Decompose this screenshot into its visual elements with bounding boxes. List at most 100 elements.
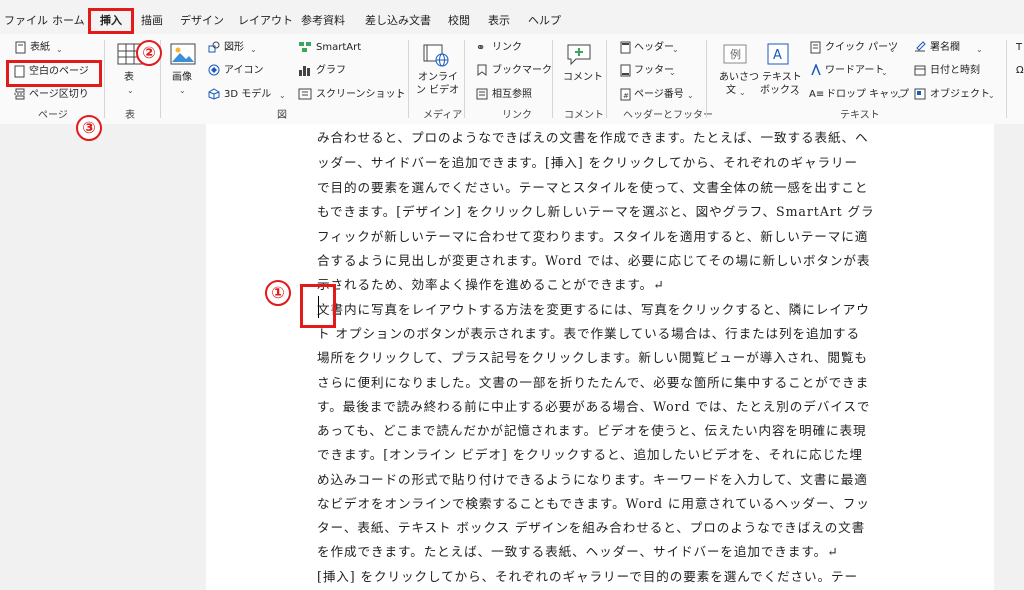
tab-mailings[interactable]: 差し込み文書 bbox=[365, 12, 431, 28]
bookmark-icon bbox=[477, 64, 487, 76]
online-video-button-line2[interactable]: ン ビデオ bbox=[416, 84, 459, 97]
3d-model-button[interactable]: 3D モデル bbox=[224, 88, 271, 101]
tab-references[interactable]: 参考資料 bbox=[301, 12, 345, 28]
body-text-line: フィックが新しいテーマに合わせて変わります。スタイルを適用すると、新しいテーマに… bbox=[317, 229, 869, 244]
drop-cap-icon: A≡ bbox=[809, 89, 825, 100]
chevron-down-icon[interactable]: ⌄ bbox=[127, 84, 134, 97]
quick-parts-button[interactable]: クイック パーツ bbox=[825, 41, 898, 54]
chevron-down-icon[interactable]: ⌄ bbox=[881, 66, 888, 79]
page-break-icon bbox=[14, 88, 26, 100]
wordart-icon bbox=[811, 64, 821, 76]
callout-number-2: ② bbox=[136, 40, 162, 66]
page-break-button[interactable]: ページ区切り bbox=[29, 88, 89, 101]
body-text-line: [挿入] をクリックしてから、それぞれのギャラリーで目的の要素を選んでください。… bbox=[317, 569, 859, 584]
chevron-down-icon[interactable]: ⌄ bbox=[669, 66, 676, 79]
chevron-down-icon[interactable]: ⌄ bbox=[988, 89, 995, 102]
body-text-line: できます。[オンライン ビデオ] をクリックすると、追加したいビデオを、それに応… bbox=[317, 447, 863, 462]
chevron-down-icon[interactable]: ⌄ bbox=[793, 86, 800, 99]
chevron-down-icon[interactable]: ⌄ bbox=[976, 43, 983, 56]
table-button[interactable]: 表 bbox=[124, 71, 134, 84]
chevron-down-icon[interactable]: ⌄ bbox=[56, 43, 63, 56]
group-separator bbox=[706, 40, 707, 118]
svg-text:例: 例 bbox=[730, 47, 741, 61]
tab-help[interactable]: ヘルプ bbox=[528, 12, 561, 28]
footer-button[interactable]: フッター bbox=[634, 64, 674, 77]
icons-button[interactable]: アイコン bbox=[224, 64, 264, 77]
chevron-down-icon[interactable]: ⌄ bbox=[896, 89, 903, 102]
body-text-line: 文書内に写真をレイアウトする方法を変更するには、写真をクリックすると、隣にレイア… bbox=[317, 302, 870, 317]
comment-icon bbox=[567, 44, 591, 66]
chevron-down-icon[interactable]: ⌄ bbox=[672, 43, 679, 56]
chevron-down-icon[interactable]: ⌄ bbox=[739, 86, 746, 99]
body-text-line: で目的の要素を選んでください。テーマとスタイルを使って、文書全体の統一感を出すこ… bbox=[317, 180, 869, 195]
comment-button[interactable]: コメント bbox=[563, 71, 603, 84]
body-text-line: を作成できます。たとえば、一致する表紙、ヘッダー、サイドバーを追加できます。↵ bbox=[317, 544, 839, 559]
screenshot-icon bbox=[298, 88, 312, 100]
3d-model-icon bbox=[208, 88, 220, 100]
text-box-icon: A bbox=[767, 43, 789, 65]
greeting-button[interactable]: あいさつ bbox=[719, 71, 759, 84]
shapes-icon bbox=[208, 41, 220, 53]
group-separator bbox=[1006, 40, 1007, 118]
group-label-pages: ページ bbox=[38, 110, 68, 121]
chevron-down-icon[interactable]: ⌄ bbox=[250, 43, 257, 56]
chevron-down-icon[interactable]: ⌄ bbox=[687, 89, 694, 102]
tab-draw[interactable]: 描画 bbox=[141, 12, 163, 28]
group-separator bbox=[104, 40, 105, 118]
cross-reference-button[interactable]: 相互参照 bbox=[492, 88, 532, 101]
body-text-line: 示されるため、効率よく操作を進めることができます。↵ bbox=[317, 277, 665, 292]
text-box-button[interactable]: テキスト bbox=[762, 71, 802, 84]
date-time-button[interactable]: 日付と時刻 bbox=[930, 64, 980, 77]
group-separator bbox=[464, 40, 465, 118]
group-label-illustrations: 図 bbox=[277, 110, 287, 121]
tab-design[interactable]: デザイン bbox=[180, 12, 224, 28]
ribbon-tab-bar: ファイル ホーム 挿入 描画 デザイン レイアウト 参考資料 差し込み文書 校閲… bbox=[0, 0, 1024, 34]
tab-home[interactable]: ホーム bbox=[52, 12, 85, 28]
cover-page-button[interactable]: 表紙 bbox=[30, 41, 50, 54]
group-separator bbox=[606, 40, 607, 118]
date-time-icon bbox=[914, 65, 926, 76]
callout-box-blank-page bbox=[6, 60, 102, 87]
signature-line-icon bbox=[915, 41, 926, 52]
wordart-button[interactable]: ワードアート bbox=[825, 64, 884, 77]
page-number-button[interactable]: ページ番号 bbox=[634, 88, 684, 101]
greeting-button-line2[interactable]: 文 bbox=[726, 84, 736, 97]
tab-review[interactable]: 校閲 bbox=[448, 12, 470, 28]
signature-line-button[interactable]: 署名欄 bbox=[930, 41, 960, 54]
header-button[interactable]: ヘッダー bbox=[634, 41, 674, 54]
group-separator bbox=[552, 40, 553, 118]
chart-button[interactable]: グラフ bbox=[316, 64, 346, 77]
picture-button[interactable]: 画像 bbox=[172, 71, 192, 84]
shapes-button[interactable]: 図形 bbox=[224, 41, 244, 54]
object-button[interactable]: オブジェクト bbox=[930, 88, 990, 101]
overflow-icon[interactable]: T bbox=[1016, 41, 1022, 54]
tab-file[interactable]: ファイル bbox=[4, 12, 48, 28]
overflow-icon-2[interactable]: Ω bbox=[1016, 64, 1024, 77]
group-label-media: メディア bbox=[423, 110, 463, 121]
tab-view[interactable]: 表示 bbox=[488, 12, 510, 28]
group-label-comments: コメント bbox=[564, 110, 604, 121]
group-label-header-footer: ヘッダーとフッター bbox=[623, 110, 713, 121]
greeting-icon: 例 bbox=[723, 44, 747, 64]
chevron-down-icon[interactable]: ⌄ bbox=[179, 84, 186, 97]
chevron-down-icon[interactable]: ⌄ bbox=[279, 89, 286, 102]
footer-icon bbox=[620, 64, 631, 77]
link-button[interactable]: リンク bbox=[492, 41, 522, 54]
svg-text:A: A bbox=[773, 48, 782, 63]
online-video-button[interactable]: オンライ bbox=[418, 71, 458, 84]
group-label-table: 表 bbox=[125, 110, 135, 121]
chevron-down-icon[interactable]: ⌄ bbox=[889, 43, 896, 56]
bookmark-button[interactable]: ブックマーク bbox=[492, 64, 552, 77]
screenshot-button[interactable]: スクリーンショット bbox=[316, 88, 406, 101]
chevron-down-icon[interactable]: ⌄ bbox=[396, 89, 403, 102]
svg-text:#: # bbox=[623, 92, 629, 100]
callout-box-cursor bbox=[300, 284, 336, 328]
online-video-icon bbox=[423, 44, 449, 67]
tab-layout[interactable]: レイアウト bbox=[238, 12, 293, 28]
smartart-button[interactable]: SmartArt bbox=[316, 41, 361, 54]
body-text-line: ッダー、サイドバーを追加できます。[挿入] をクリックしてから、それぞれのギャラ… bbox=[317, 155, 859, 170]
body-text-line: さらに便利になりました。文書の一部を折りたたんで、必要な箇所に集中することができ… bbox=[317, 375, 870, 390]
smartart-icon bbox=[299, 42, 311, 52]
body-text-line: み合わせると、プロのようなできばえの文書を作成できます。たとえば、一致する表紙、… bbox=[317, 130, 869, 145]
body-text-line: す。最後まで読み終わる前に中止する必要がある場合、Word では、たとえ別のデバ… bbox=[317, 399, 871, 414]
